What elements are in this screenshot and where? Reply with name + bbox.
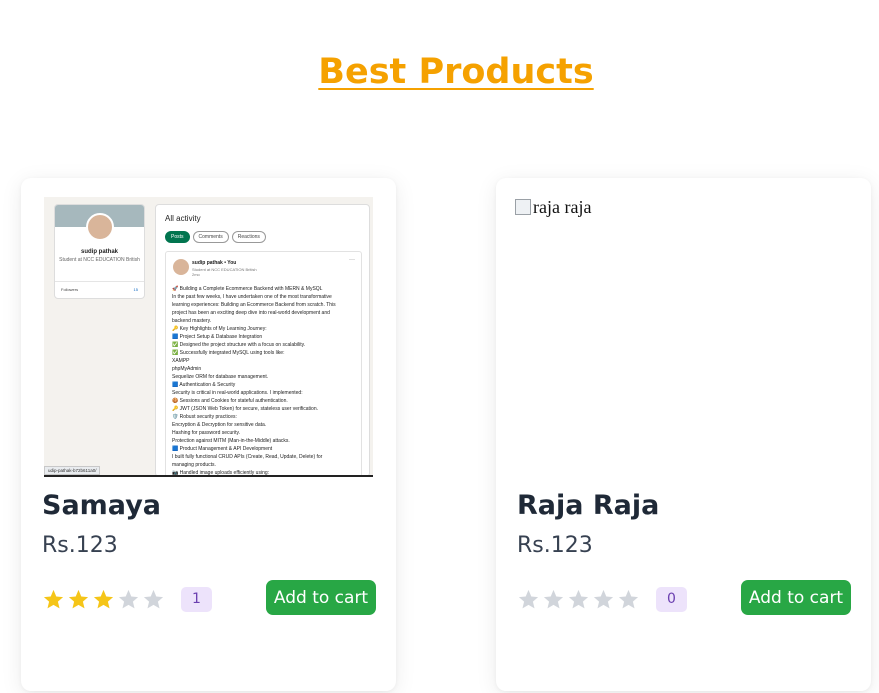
thumb-post-time: 2mo bbox=[192, 272, 200, 278]
thumb-post-line: 🟦 Project Setup & Database Integration bbox=[172, 334, 263, 340]
star-filled-icon bbox=[93, 589, 114, 609]
thumb-profile-sub: Student at NCC EDUCATION British bbox=[59, 257, 140, 263]
thumb-divider bbox=[55, 281, 144, 282]
thumb-post-sub-text: Student at NCC EDUCATION British bbox=[192, 267, 257, 272]
thumb-post-line: 🟦 Product Management & API Development bbox=[172, 446, 273, 452]
star-empty-icon bbox=[118, 589, 139, 609]
thumb-post-avatar bbox=[173, 259, 189, 275]
product-image-alt: raja raja bbox=[533, 197, 592, 217]
add-to-cart-button[interactable]: Add to cart bbox=[266, 580, 376, 615]
thumb-post-line: In the past few weeks, I have undertaken… bbox=[172, 294, 332, 300]
product-card[interactable]: sudip pathak Student at NCC EDUCATION Br… bbox=[21, 178, 396, 691]
thumb-post-line: 🛡️ Robust security practices: bbox=[172, 414, 237, 420]
thumb-post-author: sudip pathak • You bbox=[192, 260, 237, 266]
star-empty-icon bbox=[543, 589, 564, 609]
rating-stars bbox=[517, 588, 640, 611]
thumb-followers-count: 15 bbox=[133, 287, 138, 292]
star-filled-icon bbox=[43, 589, 64, 609]
thumb-post-line: backend mastery. bbox=[172, 318, 212, 324]
product-name[interactable]: Raja Raja bbox=[517, 490, 659, 521]
star-empty-icon bbox=[568, 589, 589, 609]
thumb-post-line: ✅ Successfully integrated MySQL using to… bbox=[172, 350, 285, 356]
thumb-followers-label: Followers bbox=[61, 287, 79, 292]
thumb-avatar bbox=[86, 213, 114, 241]
thumb-profile-card: sudip pathak Student at NCC EDUCATION Br… bbox=[54, 204, 145, 299]
thumb-post-line: Sequelize ORM for database management. bbox=[172, 374, 269, 380]
thumb-profile-name: sudip pathak bbox=[80, 249, 118, 255]
thumb-post: sudip pathak • You Student at NCC EDUCAT… bbox=[165, 251, 362, 476]
thumb-post-line: managing products. bbox=[172, 462, 216, 468]
review-count-badge: 1 bbox=[181, 587, 212, 612]
thumb-post-line: 🚀 Building a Complete Ecommerce Backend … bbox=[172, 286, 323, 292]
thumb-post-line: 🍪 Sessions and Cookies for stateful auth… bbox=[172, 398, 288, 404]
thumb-post-line: 🟦 Authentication & Security bbox=[172, 382, 236, 388]
section-title: Best Products bbox=[318, 52, 594, 92]
thumb-post-line: 🔑 Key Highlights of My Learning Journey: bbox=[172, 326, 267, 332]
product-price: Rs.123 bbox=[517, 533, 593, 558]
star-empty-icon bbox=[593, 589, 614, 609]
star-empty-icon bbox=[618, 589, 639, 609]
product-name[interactable]: Samaya bbox=[42, 490, 161, 521]
rating-stars bbox=[42, 588, 165, 611]
thumb-post-line: Protection against MITM (Man-in-the-Midd… bbox=[172, 438, 290, 444]
thumb-post-sub: Student at NCC EDUCATION British 2mo bbox=[192, 267, 257, 277]
star-filled-icon bbox=[68, 589, 89, 609]
thumb-post-line: 📷 Handled image uploads efficiently usin… bbox=[172, 470, 270, 476]
more-icon: ··· bbox=[349, 257, 355, 263]
thumb-post-line: I built fully functional CRUD APIs (Crea… bbox=[172, 454, 323, 460]
thumb-post-line: phpMyAdmin bbox=[172, 366, 202, 372]
product-image[interactable]: sudip pathak Student at NCC EDUCATION Br… bbox=[44, 197, 373, 477]
product-card[interactable]: raja raja Raja Raja Rs.123 0 Add to cart bbox=[496, 178, 871, 691]
star-empty-icon bbox=[518, 589, 539, 609]
thumb-post-line: XAMPP bbox=[172, 358, 190, 364]
thumb-post-line: ✅ Designed the project structure with a … bbox=[172, 342, 306, 348]
broken-image-icon bbox=[515, 199, 531, 215]
product-image[interactable]: raja raja bbox=[515, 197, 591, 218]
thumb-pills: Posts Comments Reactions bbox=[165, 231, 266, 243]
thumb-status-url: udip-pathak-b72b611a0/ bbox=[44, 466, 101, 475]
thumb-pill-comments: Comments bbox=[192, 231, 229, 243]
thumb-post-line: learning experiences: Building an Ecomme… bbox=[172, 302, 336, 308]
product-price: Rs.123 bbox=[42, 533, 118, 558]
thumb-activity-heading: All activity bbox=[165, 214, 201, 223]
star-empty-icon bbox=[143, 589, 164, 609]
thumb-activity-panel: All activity Posts Comments Reactions su… bbox=[155, 204, 370, 476]
thumb-post-line: Hashing for password security. bbox=[172, 430, 240, 436]
thumb-post-line: Security is critical in real-world appli… bbox=[172, 390, 303, 396]
thumb-post-line: Encryption & Decryption for sensitive da… bbox=[172, 422, 267, 428]
add-to-cart-button[interactable]: Add to cart bbox=[741, 580, 851, 615]
thumb-pill-posts: Posts bbox=[165, 231, 190, 243]
thumb-post-body: 🚀 Building a Complete Ecommerce Backend … bbox=[172, 285, 358, 476]
page: Best Products sudip pathak Student at NC… bbox=[0, 0, 879, 693]
thumb-pill-reactions: Reactions bbox=[231, 231, 266, 243]
review-count-badge: 0 bbox=[656, 587, 687, 612]
thumb-post-line: project has been an exciting deep dive i… bbox=[172, 310, 330, 316]
thumb-post-line: 🔑 JWT (JSON Web Token) for secure, state… bbox=[172, 406, 318, 412]
